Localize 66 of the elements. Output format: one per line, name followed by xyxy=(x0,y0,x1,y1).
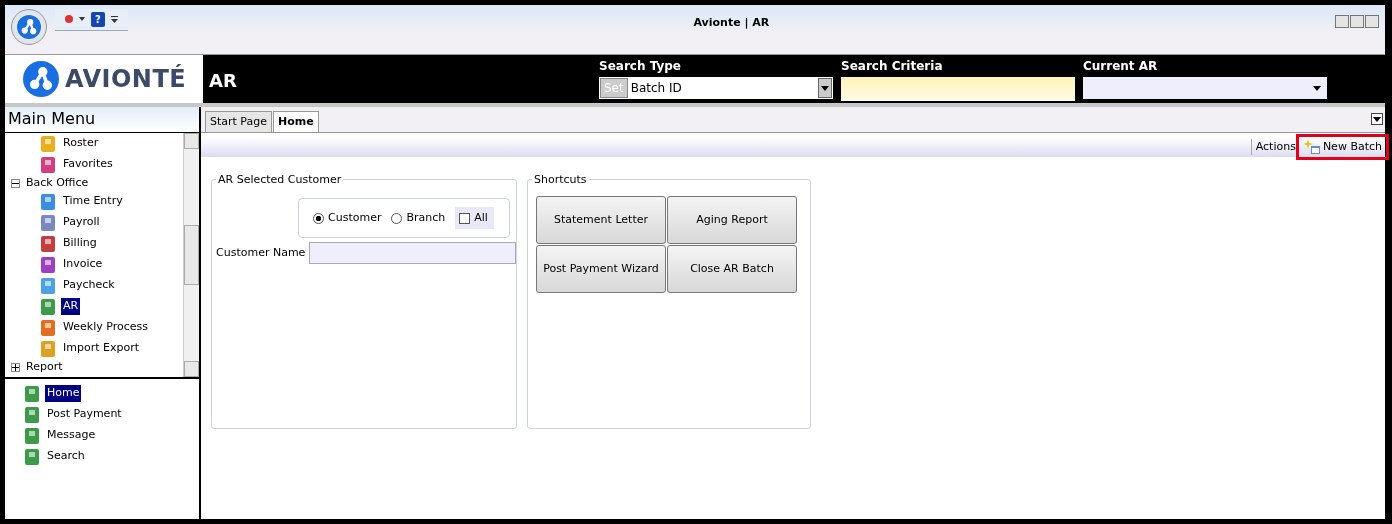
item-icon xyxy=(39,255,57,274)
expander-icon[interactable] xyxy=(11,362,20,372)
item-icon xyxy=(39,318,57,337)
item-icon xyxy=(23,384,41,403)
radio-label: Customer xyxy=(328,209,382,226)
item-icon xyxy=(39,234,57,253)
field-label: Search Type xyxy=(599,58,682,75)
shortcut-button[interactable]: Aging Report xyxy=(667,196,797,244)
radio-label: Branch xyxy=(406,209,446,226)
tree-item[interactable]: Invoice xyxy=(61,256,105,273)
tree-item[interactable]: Roster xyxy=(61,135,101,152)
tree-item[interactable]: Favorites xyxy=(61,156,115,173)
close-button[interactable] xyxy=(1365,15,1379,28)
item-icon xyxy=(23,447,41,466)
page-title: AR xyxy=(208,69,238,93)
actions-menu[interactable]: Actions xyxy=(1250,138,1300,156)
tree-item[interactable]: Billing xyxy=(61,235,99,252)
item-icon xyxy=(23,426,41,445)
tree-item[interactable]: Message xyxy=(45,427,98,444)
item-icon xyxy=(39,213,57,232)
help-button[interactable]: ? xyxy=(91,12,105,27)
checkbox[interactable] xyxy=(459,212,471,224)
checkbox-label: All xyxy=(474,209,488,226)
tree-item[interactable]: Search xyxy=(45,448,87,465)
maximize-button[interactable] xyxy=(1350,15,1364,28)
field-label: Search Criteria xyxy=(841,58,944,75)
minimize-button[interactable] xyxy=(1335,15,1349,28)
new-item-icon xyxy=(1302,139,1321,155)
tab[interactable]: Start Page xyxy=(205,110,272,132)
tree-item[interactable]: Weekly Process xyxy=(61,319,150,336)
tree-item[interactable]: AR xyxy=(61,298,81,315)
item-icon xyxy=(39,192,57,211)
caret-icon[interactable] xyxy=(1313,85,1321,91)
field-label: Current AR xyxy=(1083,58,1159,75)
tree-item[interactable]: Payroll xyxy=(61,214,102,231)
item-icon xyxy=(39,276,57,295)
search-criteria-field[interactable] xyxy=(841,77,1075,101)
shortcut-button[interactable]: Close AR Batch xyxy=(667,245,797,293)
tab-menu-icon[interactable] xyxy=(1371,113,1383,125)
expander-icon[interactable] xyxy=(11,178,20,188)
new-batch-button[interactable]: New Batch xyxy=(1299,137,1385,157)
field-label: Customer Name xyxy=(216,244,306,261)
item-icon xyxy=(39,155,57,174)
panel-title: Main Menu xyxy=(5,107,199,133)
item-icon xyxy=(39,134,57,153)
dropdown-value: Batch ID xyxy=(629,80,683,97)
item-icon xyxy=(23,405,41,424)
app-menu-button[interactable] xyxy=(11,9,47,45)
window-title: Avionte | AR xyxy=(692,15,771,31)
tree-item[interactable]: Import Export xyxy=(61,340,141,357)
radio-button[interactable] xyxy=(313,212,324,224)
tree-item[interactable]: Time Entry xyxy=(61,193,125,210)
logo-text: AVIONTÉ xyxy=(65,63,187,95)
tree-item[interactable]: Post Payment xyxy=(45,406,124,423)
scrollbar-thumb[interactable] xyxy=(184,225,199,285)
tree-group[interactable]: Report xyxy=(24,358,65,376)
customer-name-field[interactable] xyxy=(309,242,516,264)
logo-icon xyxy=(23,61,59,97)
tree-group[interactable]: Back Office xyxy=(24,174,91,192)
shortcut-button[interactable]: Statement Letter xyxy=(536,196,666,244)
shortcut-button[interactable]: Post Payment Wizard xyxy=(536,245,666,293)
item-icon xyxy=(39,339,57,358)
tab[interactable]: Home xyxy=(273,110,319,132)
tree-item[interactable]: Paycheck xyxy=(61,277,117,294)
item-icon xyxy=(39,297,57,316)
tree-item[interactable]: Home xyxy=(45,385,82,402)
